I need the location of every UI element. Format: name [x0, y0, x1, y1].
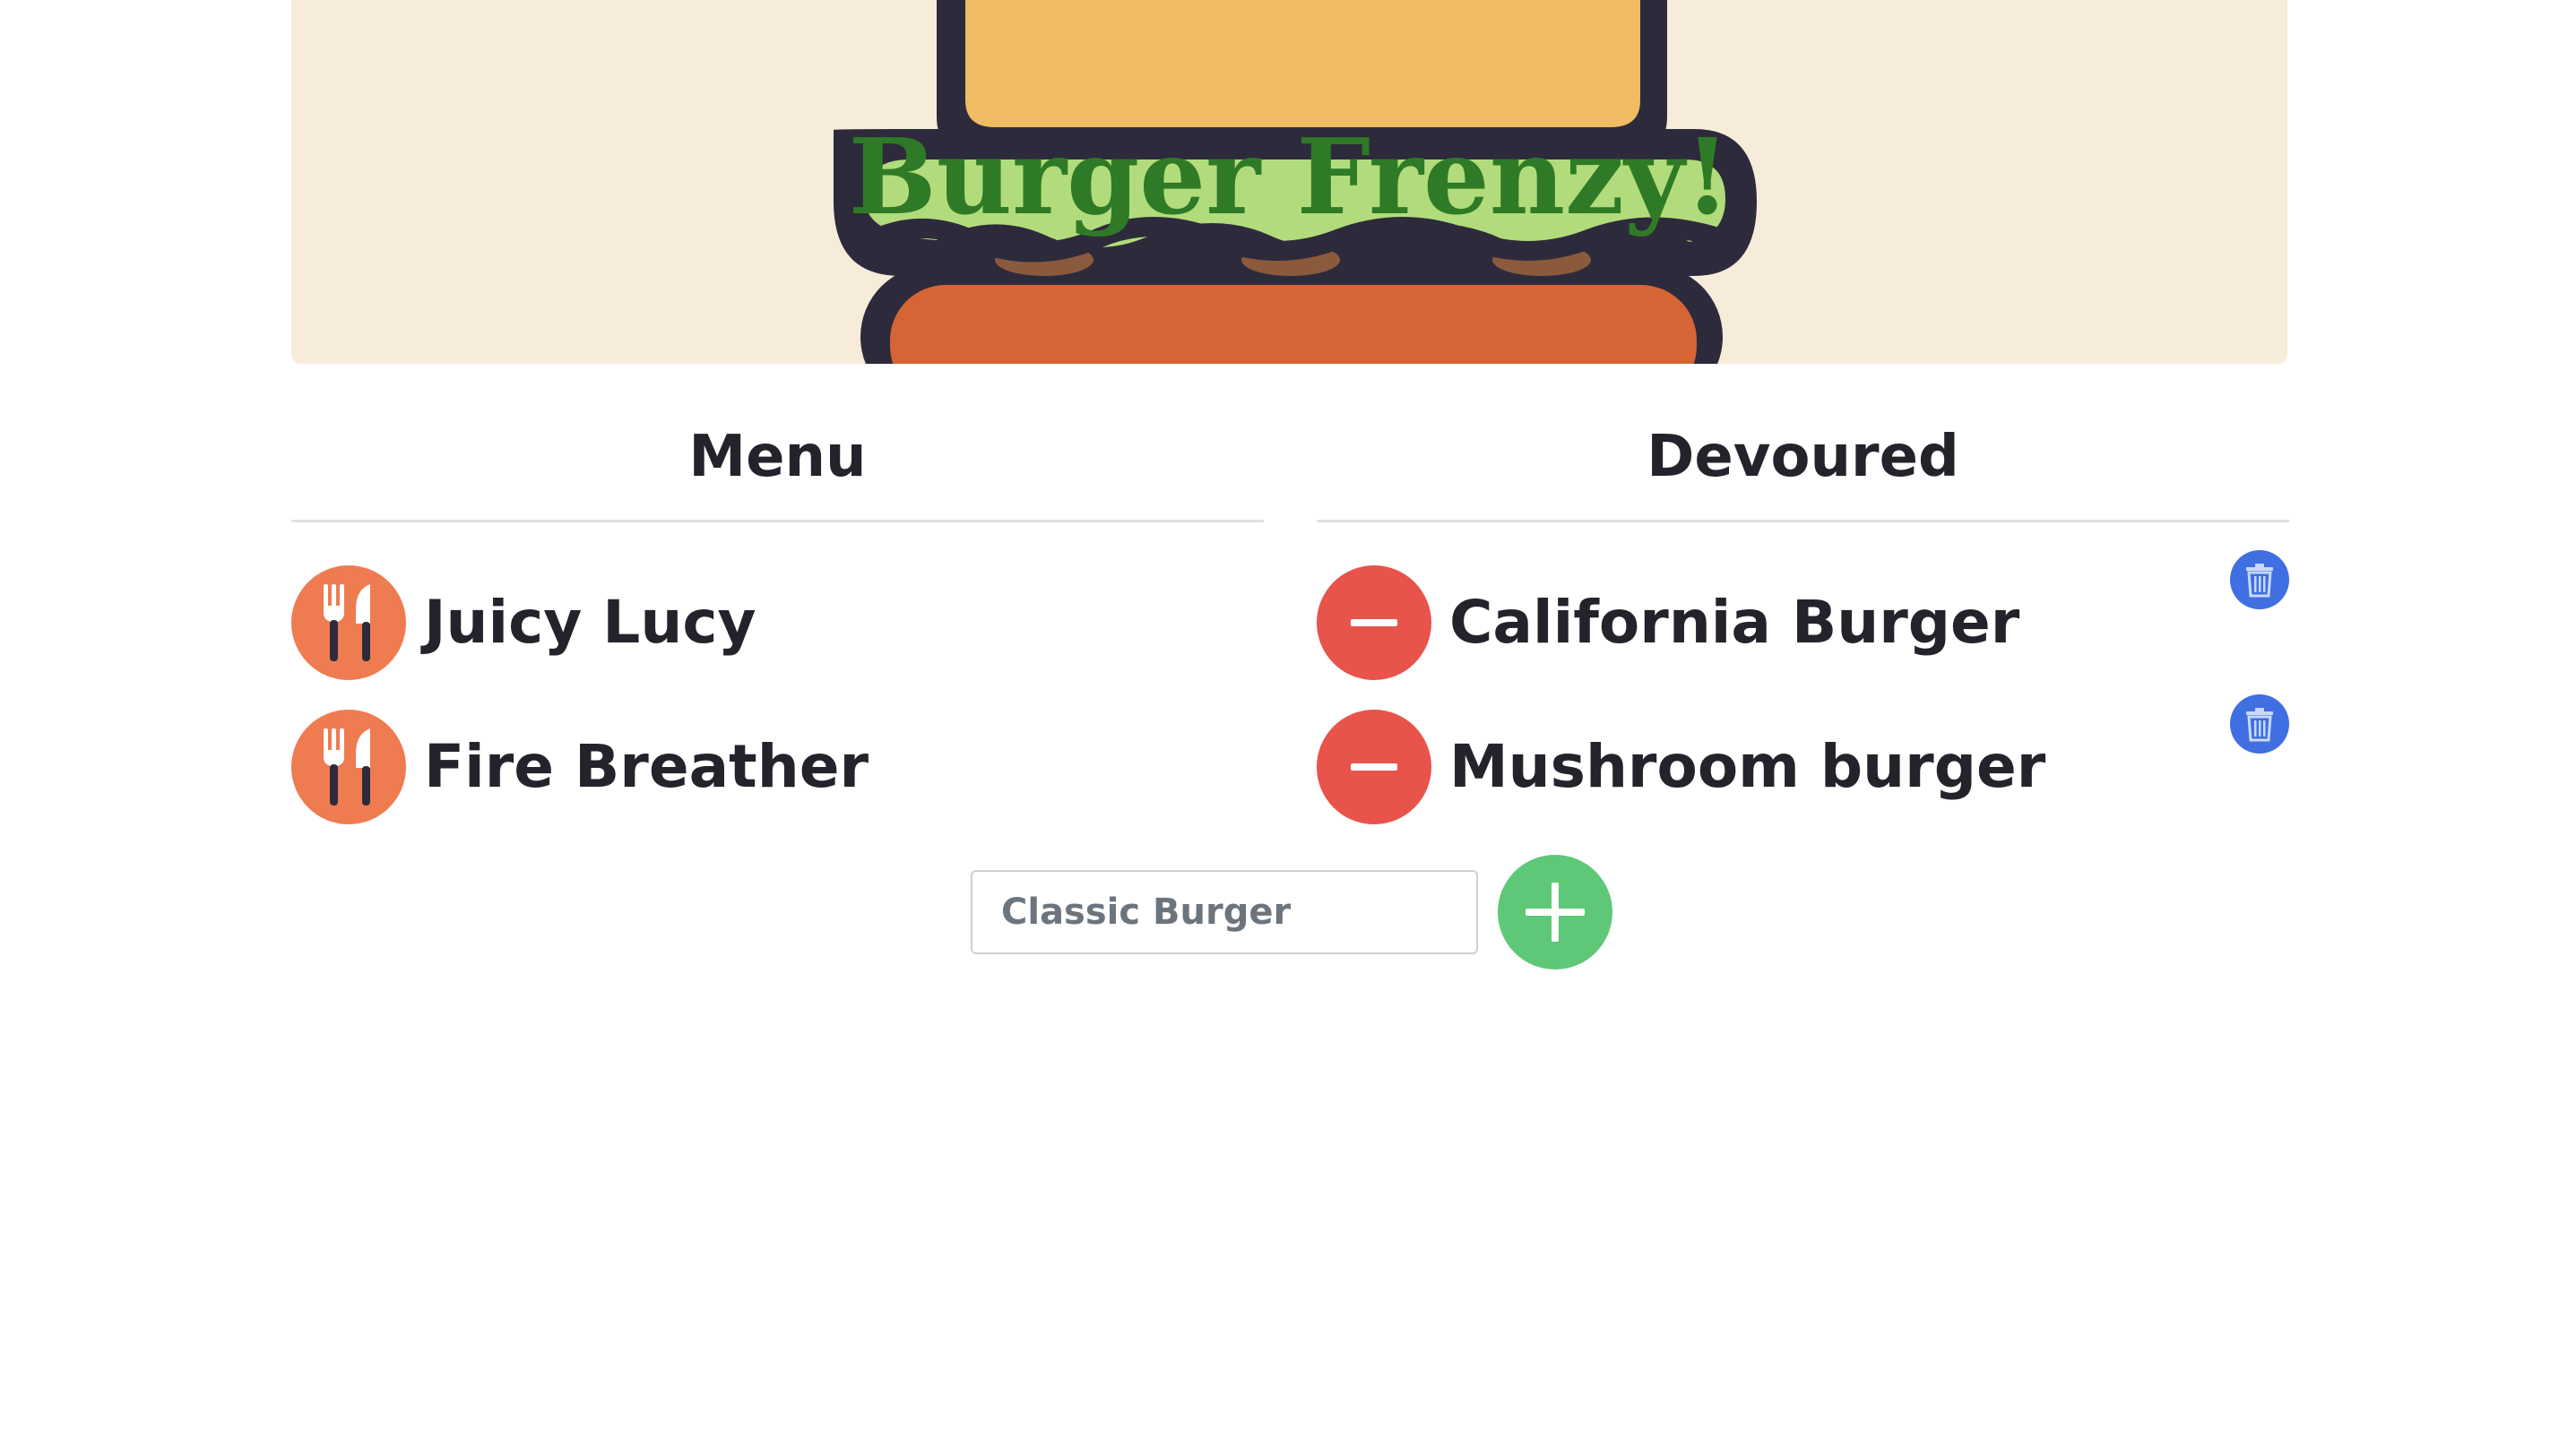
- menu-list: Juicy Lucy Fire Breather: [291, 550, 1264, 839]
- fork-knife-icon: [324, 583, 370, 661]
- burger-name-input[interactable]: [971, 870, 1478, 954]
- list-item: Juicy Lucy: [291, 550, 1264, 694]
- menu-item-name: Juicy Lucy: [424, 588, 756, 657]
- devoured-item-name: Mushroom burger: [1449, 732, 2046, 801]
- app-root: Burger Frenzy! Menu Juicy Lucy Fire Brea…: [0, 0, 2576, 1439]
- plus-icon: [1526, 883, 1585, 942]
- devoured-list: California Burger Mushroom burger: [1317, 550, 2289, 839]
- minus-icon: [1351, 618, 1397, 626]
- header-banner: Burger Frenzy!: [291, 0, 2287, 364]
- list-item: Mushroom burger: [1317, 694, 2289, 839]
- menu-heading: Menu: [291, 394, 1264, 522]
- trash-icon: [2246, 564, 2273, 598]
- undevour-button[interactable]: [1317, 564, 1431, 680]
- undevour-button[interactable]: [1317, 709, 1431, 824]
- menu-column: Menu Juicy Lucy Fire Breather: [291, 394, 1264, 839]
- menu-item-name: Fire Breather: [424, 732, 869, 801]
- fork-knife-icon: [324, 728, 370, 806]
- add-burger-form: [971, 855, 1612, 969]
- list-item: California Burger: [1317, 550, 2289, 694]
- list-item: Fire Breather: [291, 694, 1264, 839]
- minus-icon: [1351, 763, 1397, 771]
- page-title: Burger Frenzy!: [848, 116, 1731, 238]
- devoured-column: Devoured California Burger Mushroom burg…: [1317, 394, 2289, 839]
- trash-icon: [2246, 708, 2273, 742]
- devoured-heading: Devoured: [1317, 394, 2289, 522]
- devour-button[interactable]: [291, 564, 406, 680]
- add-burger-button[interactable]: [1498, 855, 1612, 969]
- delete-button[interactable]: [2230, 550, 2289, 609]
- devour-button[interactable]: [291, 709, 406, 824]
- devoured-item-name: California Burger: [1449, 588, 2020, 657]
- delete-button[interactable]: [2230, 694, 2289, 754]
